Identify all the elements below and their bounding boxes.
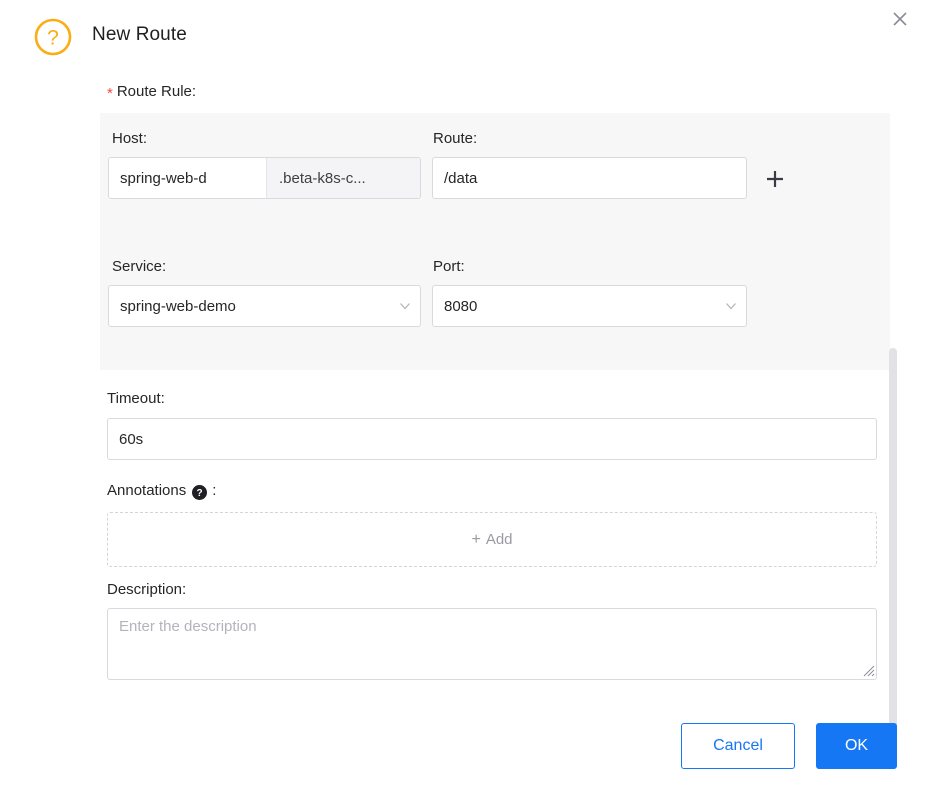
cancel-button[interactable]: Cancel	[681, 723, 795, 769]
add-annotation-button[interactable]: + Add	[107, 512, 877, 567]
dialog-body: *Route Rule: Host: .beta-k8s-c... Route:…	[0, 70, 931, 694]
add-annotation-label: Add	[486, 531, 513, 548]
route-input[interactable]	[432, 157, 747, 199]
plus-icon	[764, 168, 786, 190]
required-asterisk: *	[107, 85, 113, 102]
host-input[interactable]	[109, 158, 266, 198]
service-select[interactable]: spring-web-demo	[108, 285, 421, 327]
chevron-down-icon	[716, 299, 746, 313]
scrollbar-thumb[interactable]	[889, 348, 897, 750]
annotations-label: Annotations ? :	[107, 480, 216, 501]
new-route-dialog: ? New Route *Route Rule: Host: .beta-k8s…	[0, 0, 931, 794]
timeout-input[interactable]	[107, 418, 877, 460]
add-rule-button[interactable]	[760, 165, 790, 193]
svg-text:?: ?	[197, 488, 203, 499]
description-textarea[interactable]	[107, 608, 877, 680]
question-circle-filled-icon[interactable]: ?	[192, 485, 207, 500]
timeout-label: Timeout:	[107, 388, 165, 409]
port-label: Port:	[433, 256, 465, 277]
route-rule-panel: Host: .beta-k8s-c... Route: Service: spr…	[100, 113, 890, 370]
ok-button[interactable]: OK	[816, 723, 897, 769]
plus-icon: +	[471, 532, 480, 548]
question-circle-icon: ?	[31, 15, 75, 59]
host-domain-suffix: .beta-k8s-c...	[266, 158, 420, 198]
route-rule-section-label: *Route Rule:	[107, 81, 196, 103]
description-label: Description:	[107, 579, 186, 600]
close-icon[interactable]	[883, 2, 917, 36]
chevron-down-icon	[390, 299, 420, 313]
annotations-colon: :	[212, 480, 216, 501]
host-label: Host:	[112, 128, 147, 149]
page-title: New Route	[92, 22, 187, 48]
dialog-footer: Cancel OK	[0, 694, 931, 794]
port-select[interactable]: 8080	[432, 285, 747, 327]
svg-text:?: ?	[47, 27, 59, 50]
annotations-label-text: Annotations	[107, 480, 186, 501]
dialog-header: ? New Route	[0, 0, 931, 70]
service-label: Service:	[112, 256, 166, 277]
port-select-value: 8080	[433, 298, 716, 315]
service-select-value: spring-web-demo	[109, 298, 390, 315]
route-label: Route:	[433, 128, 477, 149]
route-rule-label-text: Route Rule:	[117, 83, 196, 100]
host-input-group: .beta-k8s-c...	[108, 157, 421, 199]
